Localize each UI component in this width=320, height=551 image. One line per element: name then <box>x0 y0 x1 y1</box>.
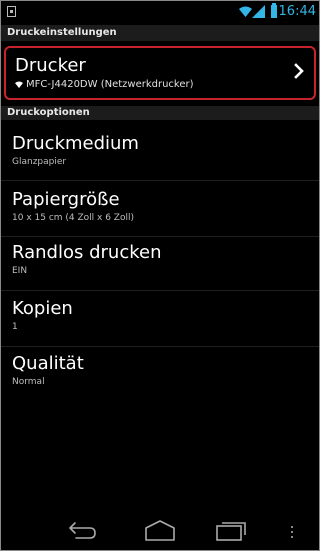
divider <box>1 346 319 347</box>
option-title: Randlos drucken <box>12 242 162 263</box>
option-value: Glanzpapier <box>12 157 67 167</box>
option-value: 1 <box>12 322 18 332</box>
option-print-media[interactable]: Druckmedium Glanzpapier <box>12 133 312 168</box>
option-copies[interactable]: Kopien 1 <box>12 298 312 333</box>
divider <box>1 180 319 181</box>
option-quality[interactable]: Qualität Normal <box>12 353 312 388</box>
home-icon[interactable] <box>140 518 180 542</box>
option-value: Normal <box>12 377 45 387</box>
battery-icon <box>271 3 277 18</box>
wifi-icon <box>239 6 252 17</box>
option-value: 10 x 15 cm (4 Zoll x 6 Zoll) <box>12 213 134 223</box>
printer-title: Drucker <box>15 55 86 76</box>
network-printer-icon <box>15 81 23 88</box>
section-header-print-options: Druckoptionen <box>1 106 319 120</box>
option-title: Qualität <box>12 353 84 374</box>
option-borderless[interactable]: Randlos drucken EIN <box>12 242 312 277</box>
notification-icon <box>7 6 16 17</box>
printer-selector[interactable]: Drucker MFC-J4420DW (Netzwerkdrucker) <box>4 46 316 100</box>
status-time: 16:44 <box>278 4 316 19</box>
option-value: EIN <box>12 266 28 276</box>
option-paper-size[interactable]: Papiergröße 10 x 15 cm (4 Zoll x 6 Zoll) <box>12 189 312 224</box>
option-title: Druckmedium <box>12 133 139 154</box>
status-bar: 16:44 <box>1 1 319 23</box>
printer-value: MFC-J4420DW (Netzwerkdrucker) <box>15 79 194 90</box>
chevron-right-icon <box>294 63 304 79</box>
overflow-menu-icon[interactable] <box>291 526 294 538</box>
navigation-bar <box>1 510 319 550</box>
back-icon[interactable] <box>62 518 102 542</box>
divider <box>1 236 319 237</box>
divider <box>1 290 319 291</box>
option-title: Papiergröße <box>12 189 120 210</box>
section-header-print-settings: Druckeinstellungen <box>1 25 319 41</box>
recent-apps-icon[interactable] <box>211 518 251 542</box>
printer-name: MFC-J4420DW (Netzwerkdrucker) <box>26 79 194 90</box>
option-title: Kopien <box>12 298 73 319</box>
signal-icon <box>252 5 265 18</box>
